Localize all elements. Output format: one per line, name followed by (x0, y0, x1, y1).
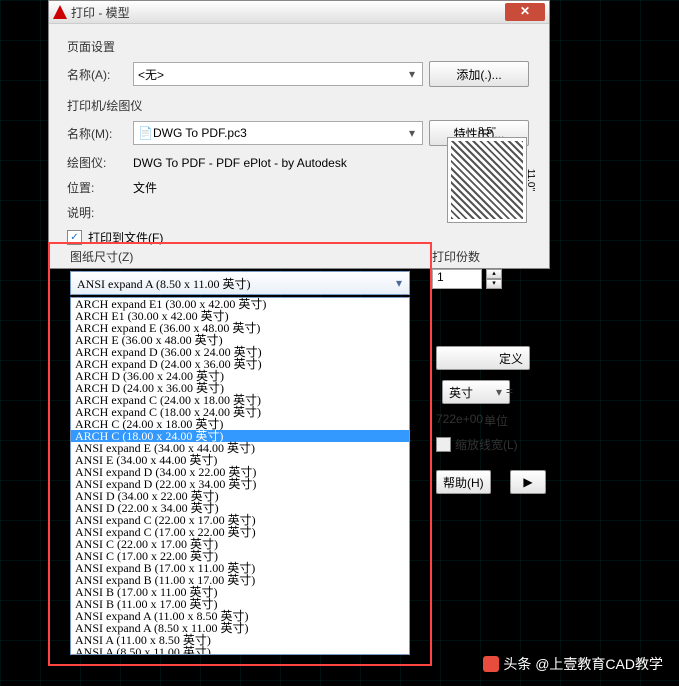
copies-input[interactable]: 1 (432, 269, 482, 289)
close-button[interactable]: ✕ (505, 3, 545, 21)
chevron-down-icon: ▾ (491, 384, 507, 400)
page-setup-section: 页面设置 (67, 38, 531, 55)
chevron-down-icon: ▾ (391, 275, 407, 291)
printer-name-label: 名称(M): (67, 125, 127, 142)
app-icon (53, 5, 67, 19)
expand-button[interactable]: ▶ (510, 470, 546, 494)
print-dialog: 打印 - 模型 ✕ 页面设置 名称(A): <无>▾ 添加(.)... 打印机/… (48, 0, 550, 269)
paper-size-listbox[interactable]: ARCH expand E1 (30.00 x 42.00 英寸)ARCH E1… (70, 297, 410, 655)
equals-label: = (506, 384, 513, 398)
scale-lineweight: 缩放线宽(L) (436, 436, 518, 453)
page-name-select[interactable]: <无>▾ (133, 62, 423, 86)
copies-panel: 打印份数 1 ▴ ▾ (432, 248, 542, 289)
printer-select[interactable]: 📄 DWG To PDF.pc3▾ (133, 121, 423, 145)
scale-checkbox[interactable] (436, 437, 451, 452)
name-label: 名称(A): (67, 66, 127, 83)
plotter-value: DWG To PDF - PDF ePlot - by Autodesk (133, 156, 347, 170)
desc-label: 说明: (67, 204, 127, 221)
printer-section: 打印机/绘图仪 (67, 97, 531, 114)
add-button[interactable]: 添加(.)... (429, 61, 529, 87)
where-value: 文件 (133, 179, 157, 196)
unit-select[interactable]: 英寸▾ (442, 380, 510, 404)
chevron-down-icon: ▾ (404, 125, 420, 141)
paper-size-label: 图纸尺寸(Z) (70, 248, 430, 265)
define-button[interactable]: 定义 (436, 346, 530, 370)
paper-option[interactable]: ANSI A (8.50 x 11.00 英寸) (71, 646, 409, 654)
watermark: 头条 @上壹教育CAD教学 (475, 650, 671, 678)
plotter-label: 绘图仪: (67, 154, 127, 171)
copies-up[interactable]: ▴ (486, 269, 502, 279)
value-722: 722e+00 (436, 412, 483, 426)
paper-size-highlight: 图纸尺寸(Z) ANSI expand A (8.50 x 11.00 英寸) … (48, 242, 432, 666)
copies-label: 打印份数 (432, 248, 542, 265)
chevron-down-icon: ▾ (404, 66, 420, 82)
window-title: 打印 - 模型 (71, 4, 505, 21)
unit2-label: 单位 (484, 412, 508, 429)
where-label: 位置: (67, 179, 127, 196)
toutiao-icon (483, 656, 499, 672)
paper-size-select[interactable]: ANSI expand A (8.50 x 11.00 英寸) ▾ (70, 271, 410, 295)
titlebar[interactable]: 打印 - 模型 ✕ (49, 1, 549, 24)
paper-preview: 8.5'' 11.0'' (447, 137, 527, 223)
copies-down[interactable]: ▾ (486, 279, 502, 289)
help-button[interactable]: 帮助(H) (436, 470, 491, 494)
